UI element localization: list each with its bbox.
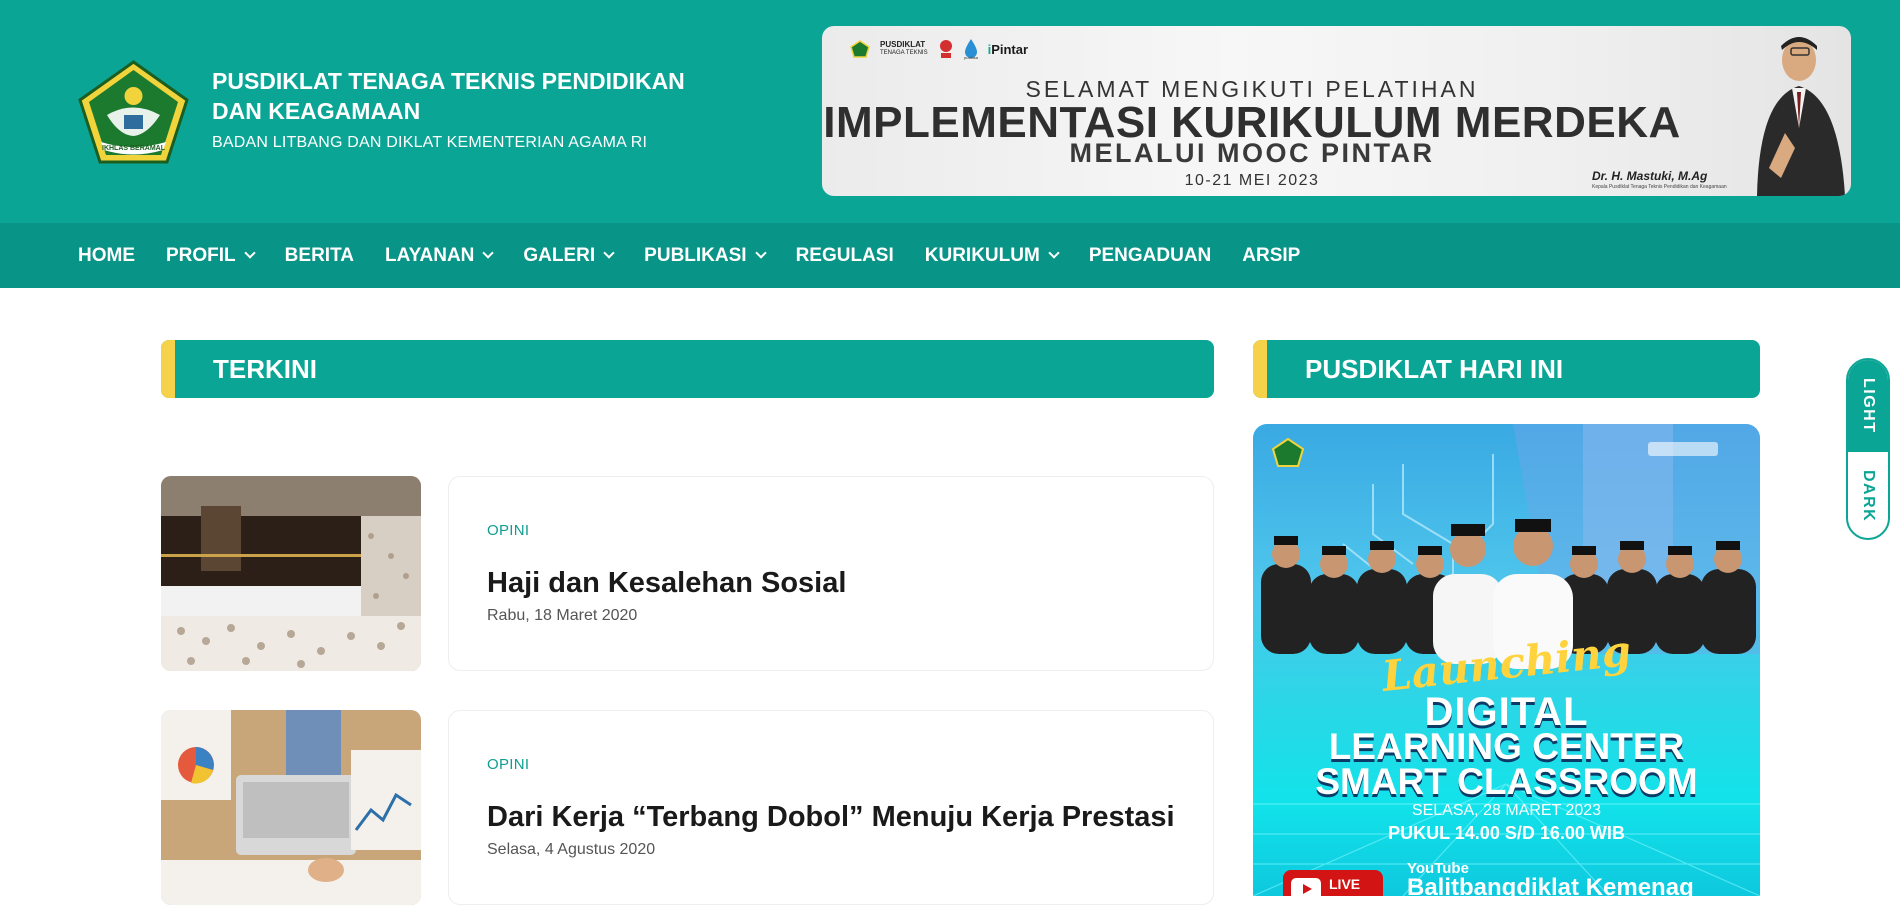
theme-dark-label: DARK (1860, 469, 1877, 523)
pusdiklat-logo-text: PUSDIKLAT TENAGA TEKNIS (880, 40, 928, 57)
article-thumbnail-laptop[interactable] (161, 710, 421, 905)
pustaka-drop-icon: pustaka (964, 39, 978, 60)
poster-time: PUKUL 14.00 S/D 16.00 WIB (1388, 823, 1625, 843)
red-emblem-icon (939, 40, 952, 58)
article-title[interactable]: Dari Kerja “Terbang Dobol” Menuju Kerja … (487, 801, 1175, 834)
article-date: Rabu, 18 Maret 2020 (487, 607, 638, 624)
theme-dark-button[interactable]: DARK (1848, 452, 1888, 538)
banner-person-role: Kepala Pusdiklat Tenaga Teknis Pendidika… (1592, 184, 1727, 190)
section-title-terkini: TERKINI (213, 354, 317, 384)
article-card[interactable]: OPINI Haji dan Kesalehan Sosial Rabu, 18… (448, 476, 1214, 671)
event-poster[interactable]: Launching DIGITAL LEARNING CENTER SMART … (1253, 424, 1760, 896)
poster-date: SELASA, 28 MARET 2023 (1411, 802, 1602, 819)
poster-live-badge: LIVE (1283, 870, 1383, 896)
section-title-hari-ini: PUSDIKLAT HARI INI (1305, 354, 1564, 384)
chevron-down-icon (482, 247, 495, 259)
theme-toggle: LIGHT DARK (1846, 358, 1890, 540)
pusdiklat-logo-icon (850, 40, 870, 58)
section-header-hari-ini: PUSDIKLAT HARI INI (1253, 340, 1760, 398)
article-card[interactable]: OPINI Dari Kerja “Terbang Dobol” Menuju … (448, 710, 1214, 905)
section-accent-bar (161, 340, 175, 398)
poster-channel: Balitbangdiklat Kemenag (1407, 874, 1694, 896)
chevron-down-icon (754, 247, 767, 259)
nav-home[interactable]: HOME (78, 245, 135, 267)
nav-profil[interactable]: PROFIL (166, 245, 256, 267)
banner-line-subtitle: MELALUI MOOC PINTAR (1069, 138, 1435, 168)
nav-berita[interactable]: BERITA (285, 245, 354, 267)
site-header: IKHLAS BERAMAL PUSDIKLAT TENAGA TEKNIS P… (0, 0, 1900, 223)
nav-publikasi[interactable]: PUBLIKASI (644, 245, 767, 267)
main-nav-list: HOME PROFIL BERITA LAYANAN GALERI PUBLIK… (78, 223, 1300, 288)
banner-person-name: Dr. H. Mastuki, M.Ag (1592, 169, 1708, 183)
theme-light-label: LIGHT (1860, 378, 1877, 434)
nav-pengaduan[interactable]: PENGADUAN (1089, 245, 1211, 267)
svg-text:pustaka: pustaka (964, 55, 978, 60)
main-nav: HOME PROFIL BERITA LAYANAN GALERI PUBLIK… (0, 223, 1900, 288)
theme-light-button[interactable]: LIGHT (1848, 360, 1888, 452)
article-thumbnail-kaaba[interactable] (161, 476, 421, 671)
site-subtitle: BADAN LITBANG DAN DIKLAT KEMENTERIAN AGA… (212, 134, 648, 151)
nav-regulasi[interactable]: REGULASI (796, 245, 894, 267)
article-category[interactable]: OPINI (487, 756, 529, 773)
nav-galeri[interactable]: GALERI (523, 245, 615, 267)
pintar-logo: iPintar (987, 41, 1029, 57)
kemenag-logo[interactable]: IKHLAS BERAMAL (77, 60, 190, 165)
nav-kurikulum[interactable]: KURIKULUM (925, 245, 1060, 267)
banner-partner-logos: PUSDIKLAT TENAGA TEKNIS pustaka iPintar (850, 38, 1028, 60)
chevron-down-icon (244, 247, 256, 259)
site-title[interactable]: PUSDIKLAT TENAGA TEKNIS PENDIDIKAN DAN K… (212, 66, 732, 126)
youtube-play-icon (1291, 878, 1321, 896)
banner-line-date: 10-21 MEI 2023 (1184, 172, 1320, 189)
nav-arsip[interactable]: ARSIP (1242, 245, 1300, 267)
poster-title-line3: SMART CLASSROOM (1315, 761, 1698, 802)
article-title[interactable]: Haji dan Kesalehan Sosial (487, 567, 846, 600)
section-accent-bar (1253, 340, 1267, 398)
official-portrait (1757, 37, 1845, 196)
article-date: Selasa, 4 Agustus 2020 (487, 841, 656, 858)
chevron-down-icon (1048, 247, 1060, 259)
chevron-down-icon (603, 247, 615, 259)
nav-layanan[interactable]: LAYANAN (385, 245, 495, 267)
article-category[interactable]: OPINI (487, 522, 529, 539)
section-header-terkini: TERKINI (161, 340, 1214, 398)
logo-motto: IKHLAS BERAMAL (102, 145, 166, 152)
header-banner[interactable]: PUSDIKLAT TENAGA TEKNIS pustaka iPintar … (822, 26, 1851, 196)
